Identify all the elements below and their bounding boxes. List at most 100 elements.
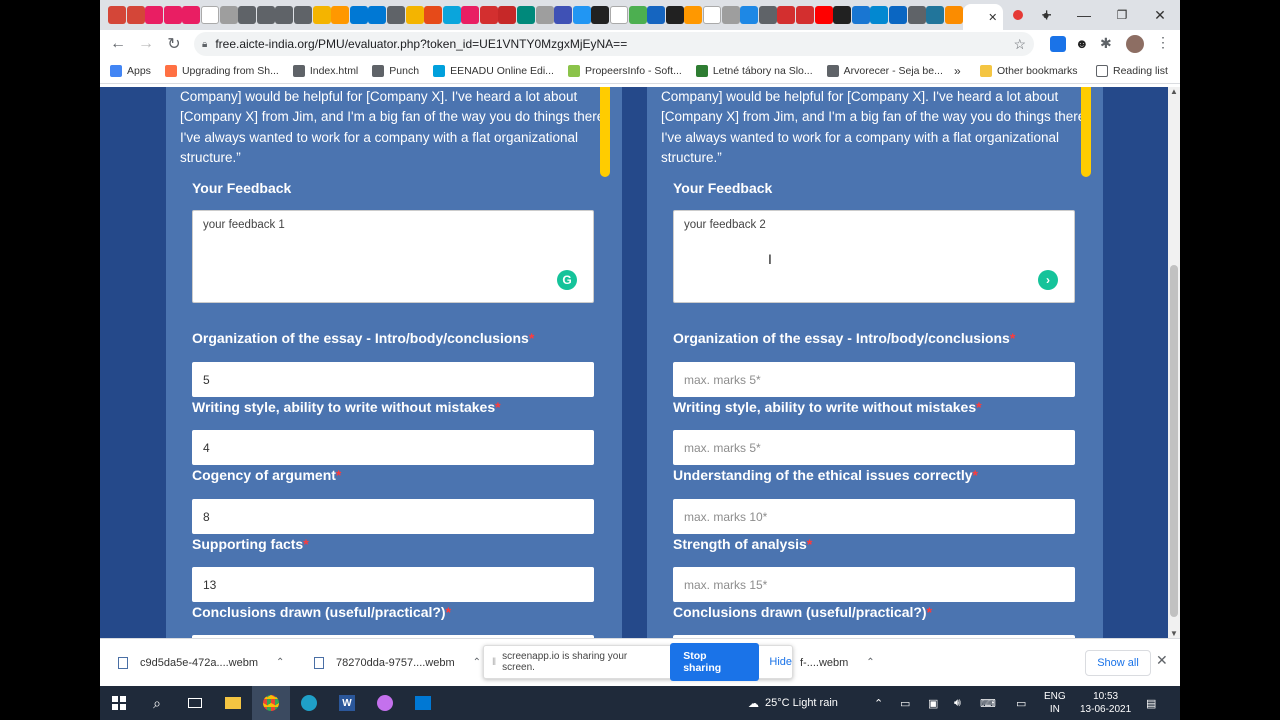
tab-favicon-icon[interactable] bbox=[442, 6, 461, 24]
language-indicator[interactable]: ENG IN bbox=[1044, 686, 1066, 720]
chevron-up-icon[interactable]: ⌃ bbox=[866, 657, 874, 668]
score-input-organization[interactable]: 5 bbox=[192, 362, 594, 397]
media-player-icon[interactable] bbox=[404, 686, 442, 720]
tab-favicon-icon[interactable] bbox=[349, 6, 368, 24]
bookmarks-overflow-icon[interactable]: » bbox=[954, 64, 961, 78]
edge-icon[interactable] bbox=[290, 686, 328, 720]
score-input-writing-style[interactable]: max. marks 5* bbox=[673, 430, 1075, 465]
task-view-icon[interactable] bbox=[176, 686, 214, 720]
tab-favicon-icon[interactable] bbox=[907, 6, 926, 24]
tab-favicon-icon[interactable] bbox=[777, 6, 796, 24]
extension-pen-icon[interactable] bbox=[1050, 36, 1066, 52]
tab-favicon-icon[interactable] bbox=[610, 6, 629, 24]
score-input-organization[interactable]: max. marks 5* bbox=[673, 362, 1075, 397]
tab-search-icon[interactable]: ● bbox=[1027, 0, 1065, 30]
drag-handle-icon[interactable]: ‖ bbox=[492, 657, 496, 668]
tab-favicon-icon[interactable] bbox=[888, 6, 907, 24]
file-explorer-icon[interactable] bbox=[214, 686, 252, 720]
tab-favicon-icon[interactable] bbox=[331, 6, 350, 24]
tray-overflow-icon[interactable]: ⌃ bbox=[874, 686, 883, 720]
tab-favicon-icon[interactable] bbox=[814, 6, 833, 24]
notifications-icon[interactable]: ▤ bbox=[1146, 686, 1156, 720]
meet-now-icon[interactable]: ▣ bbox=[928, 686, 938, 720]
tab-favicon-icon[interactable] bbox=[944, 6, 963, 24]
profile-avatar[interactable] bbox=[1126, 35, 1144, 53]
search-icon[interactable]: ⌕ bbox=[138, 686, 176, 720]
download-item-3[interactable]: f-....webm ⌃ bbox=[800, 657, 900, 669]
browser-menu-icon[interactable]: ⋮ bbox=[1156, 34, 1170, 51]
tab-favicon-icon[interactable] bbox=[312, 6, 331, 24]
tab-favicon-icon[interactable] bbox=[554, 6, 573, 24]
tab-close-icon[interactable]: ✕ bbox=[988, 11, 997, 24]
bookmark-item[interactable]: Letné tábory na Slo... bbox=[695, 64, 813, 77]
bookmark-item[interactable]: PropeersInfo - Soft... bbox=[567, 64, 682, 77]
tab-favicon-icon[interactable] bbox=[628, 6, 647, 24]
tab-favicon-icon[interactable] bbox=[461, 6, 480, 24]
reload-icon[interactable]: ↻ bbox=[160, 30, 188, 58]
tab-favicon-icon[interactable] bbox=[163, 6, 182, 24]
page-scrollbar[interactable]: ▲ ▼ bbox=[1168, 87, 1180, 638]
tab-favicon-icon[interactable] bbox=[535, 6, 554, 24]
tab-favicon-icon[interactable] bbox=[126, 6, 145, 24]
active-tab[interactable]: ✕ bbox=[963, 4, 1004, 30]
tab-favicon-icon[interactable] bbox=[108, 6, 126, 24]
bookmark-item[interactable]: Index.html bbox=[292, 64, 358, 77]
clock[interactable]: 10:53 13-06-2021 bbox=[1080, 686, 1131, 720]
display-icon[interactable]: ▭ bbox=[1016, 686, 1026, 720]
tab-favicon-icon[interactable] bbox=[200, 6, 219, 24]
tab-favicon-icon[interactable] bbox=[275, 6, 294, 24]
stop-sharing-button[interactable]: Stop sharing bbox=[670, 643, 760, 681]
volume-icon[interactable]: 🔊︎ bbox=[954, 686, 961, 720]
essay-scrollbar[interactable] bbox=[600, 87, 610, 177]
word-icon[interactable]: W bbox=[328, 686, 366, 720]
tab-favicon-icon[interactable] bbox=[424, 6, 443, 24]
tab-favicon-icon[interactable] bbox=[219, 6, 238, 24]
restore-button[interactable]: ❐ bbox=[1103, 0, 1141, 30]
tab-favicon-icon[interactable] bbox=[182, 6, 201, 24]
tab-favicon-icon[interactable] bbox=[591, 6, 610, 24]
start-icon[interactable] bbox=[100, 686, 138, 720]
bookmark-item[interactable]: Apps bbox=[110, 64, 151, 77]
scroll-down-icon[interactable]: ▼ bbox=[1170, 629, 1178, 638]
tab-favicon-icon[interactable] bbox=[926, 6, 945, 24]
download-item-1[interactable]: c9d5da5e-472a....webm ⌃ bbox=[100, 656, 296, 669]
tab-favicon-icon[interactable] bbox=[517, 6, 536, 24]
tab-favicon-icon[interactable] bbox=[386, 6, 405, 24]
tab-favicon-icon[interactable] bbox=[833, 6, 852, 24]
bookmark-item[interactable]: Arvorecer - Seja be... bbox=[826, 64, 943, 77]
score-input-strength-of-analysis[interactable]: max. marks 15* bbox=[673, 567, 1075, 602]
tab-favicon-icon[interactable] bbox=[684, 6, 703, 24]
tab-favicon-icon[interactable] bbox=[795, 6, 814, 24]
bookmark-item[interactable]: Upgrading from Sh... bbox=[164, 64, 279, 77]
close-download-bar-icon[interactable]: ✕ bbox=[1156, 652, 1168, 669]
download-item-2[interactable]: 78270dda-9757....webm ⌃ bbox=[296, 656, 492, 669]
tab-favicon-icon[interactable] bbox=[851, 6, 870, 24]
tab-favicon-icon[interactable] bbox=[647, 6, 666, 24]
chrome-taskbar-icon[interactable] bbox=[252, 686, 290, 720]
show-all-button[interactable]: Show all bbox=[1085, 650, 1151, 676]
essay-scrollbar[interactable] bbox=[1081, 87, 1091, 177]
forward-icon[interactable]: → bbox=[132, 30, 160, 58]
bookmark-item[interactable]: Punch bbox=[372, 64, 419, 77]
tab-favicon-icon[interactable] bbox=[498, 6, 517, 24]
weather-widget[interactable]: ☁ 25°C Light rain bbox=[748, 686, 838, 720]
tab-favicon-icon[interactable] bbox=[238, 6, 257, 24]
extension-face-icon[interactable]: ☻ bbox=[1075, 36, 1089, 51]
tab-favicon-icon[interactable] bbox=[703, 6, 721, 24]
chevron-up-icon[interactable]: ⌃ bbox=[276, 657, 284, 668]
bookmark-star-icon[interactable]: ☆ bbox=[1013, 36, 1026, 53]
grammarly-icon[interactable]: G bbox=[557, 270, 577, 290]
tab-favicon-icon[interactable] bbox=[256, 6, 275, 24]
grammarly-icon[interactable]: › bbox=[1038, 270, 1058, 290]
tab-favicon-icon[interactable] bbox=[870, 6, 889, 24]
tab-favicon-icon[interactable] bbox=[740, 6, 759, 24]
back-icon[interactable]: ← bbox=[104, 30, 132, 58]
extensions-puzzle-icon[interactable]: ✱ bbox=[1100, 35, 1112, 52]
score-input-writing-style[interactable]: 4 bbox=[192, 430, 594, 465]
scrollbar-thumb[interactable] bbox=[1170, 265, 1178, 617]
bookmark-item[interactable]: EENADU Online Edi... bbox=[433, 64, 554, 77]
chevron-up-icon[interactable]: ⌃ bbox=[473, 657, 481, 668]
tab-favicon-icon[interactable] bbox=[293, 6, 312, 24]
keyboard-icon[interactable]: ⌨ bbox=[980, 686, 996, 720]
tab-favicon-icon[interactable] bbox=[665, 6, 684, 24]
